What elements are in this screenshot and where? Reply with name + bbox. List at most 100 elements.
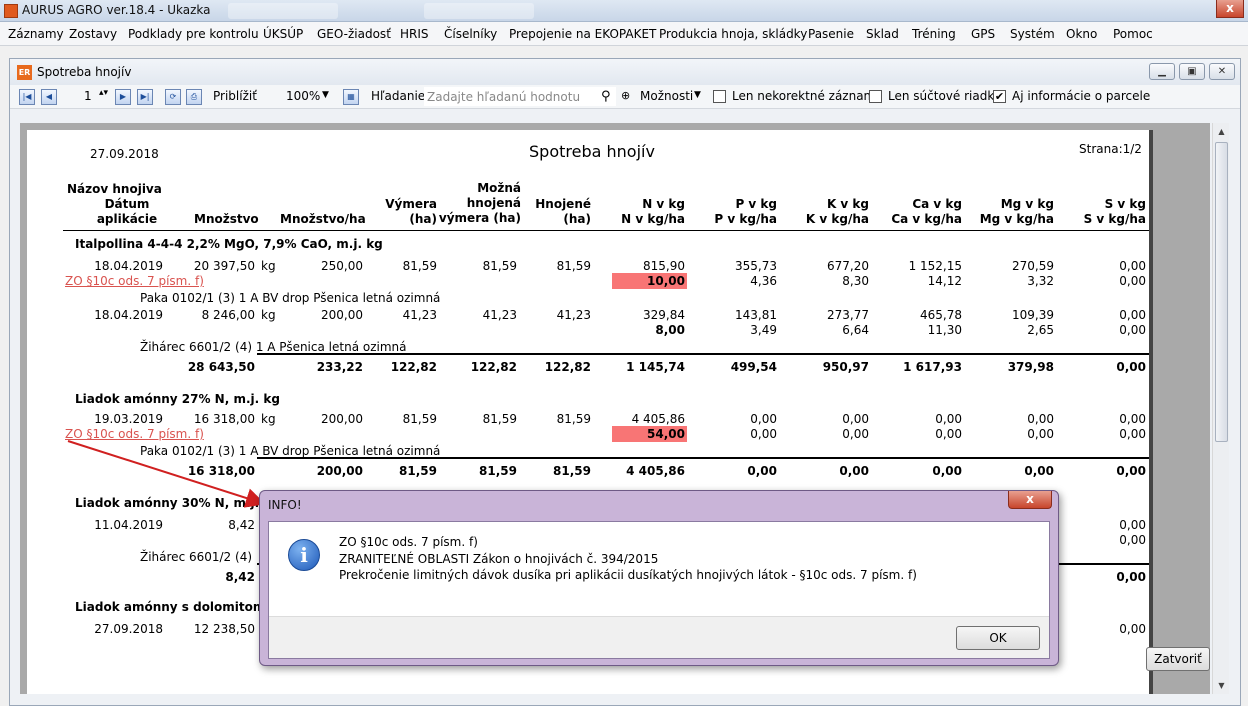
- dialog-close-button[interactable]: x: [1008, 491, 1052, 509]
- sum-fert: 81,59: [553, 464, 591, 478]
- col-s2: S v kg/ha: [1083, 212, 1146, 226]
- col-possible3: výmera (ha): [438, 211, 521, 225]
- fertilizer-name: Italpollina 4-4-4 2,2% MgO, 7,9% CaO, m.…: [75, 237, 383, 251]
- menu-produkcia[interactable]: Produkcia hnoja, skládky: [659, 27, 807, 41]
- close-child-button[interactable]: ✕: [1209, 63, 1235, 80]
- menu-zaznamy[interactable]: Záznamy: [8, 27, 64, 41]
- sum-area: 81,59: [399, 464, 437, 478]
- row-p-ha: 3,49: [750, 323, 777, 337]
- menu-uksup[interactable]: ÚKSÚP: [263, 27, 303, 41]
- col-p2: P v kg/ha: [714, 212, 777, 226]
- maximize-button[interactable]: ▣: [1179, 63, 1205, 80]
- menu-ekopaket[interactable]: Prepojenie na EKOPAKET: [509, 27, 656, 41]
- report-page-number: Strana:1/2: [1079, 142, 1142, 156]
- dialog-message-line1: ZO §10c ods. 7 písm. f): [339, 535, 478, 549]
- scroll-up-icon[interactable]: ▲: [1213, 123, 1230, 140]
- page-number-input[interactable]: 1: [84, 89, 92, 103]
- col-s: S v kg: [1104, 197, 1146, 211]
- menu-okno[interactable]: Okno: [1066, 27, 1097, 41]
- options-chevron-icon[interactable]: ▼: [694, 90, 701, 100]
- refresh-icon[interactable]: ⟳: [165, 89, 181, 105]
- sum-mg: 0,00: [1024, 464, 1054, 478]
- row-k-ha: 8,30: [842, 274, 869, 288]
- sum-rows-label: Len súčtové riadky: [888, 89, 1001, 103]
- menu-geo-ziadost[interactable]: GEO-žiadosť: [317, 27, 391, 41]
- row-k: 677,20: [827, 259, 869, 273]
- ok-button[interactable]: OK: [956, 626, 1040, 650]
- row-date: 19.03.2019: [94, 412, 163, 426]
- search-input[interactable]: Zadajte hľadanú hodnotu: [424, 87, 616, 106]
- row-k: 273,77: [827, 308, 869, 322]
- last-page-icon[interactable]: ▶|: [137, 89, 153, 105]
- sum-p: 499,54: [730, 360, 777, 374]
- fertilizer-name: Liadok amónny 30% N, m.j.kg: [75, 496, 276, 510]
- row-n-ha: 8,00: [655, 323, 685, 337]
- row-k-ha: 0,00: [842, 427, 869, 441]
- sum-possible: 122,82: [470, 360, 517, 374]
- sum-rows-checkbox[interactable]: [869, 90, 882, 103]
- col-ca: Ca v kg: [912, 197, 962, 211]
- col-possible: Možná: [477, 181, 521, 195]
- options-button[interactable]: Možnosti: [640, 89, 693, 103]
- row-s: 0,00: [1119, 308, 1146, 322]
- sum-divider: [257, 353, 1149, 355]
- zoom-select[interactable]: 100%: [286, 89, 320, 103]
- menu-system[interactable]: Systém: [1010, 27, 1055, 41]
- minimize-button[interactable]: ▁: [1149, 63, 1175, 80]
- menu-zostavy[interactable]: Zostavy: [69, 27, 117, 41]
- parcel-info-label: Aj informácie o parcele: [1012, 89, 1151, 103]
- menu-ciselniky[interactable]: Číselníky: [444, 27, 497, 41]
- first-page-icon[interactable]: |◀: [19, 89, 35, 105]
- background-tab: [228, 3, 338, 19]
- row-ca-ha: 0,00: [935, 427, 962, 441]
- row-n: 4 405,86: [631, 412, 685, 426]
- print-icon[interactable]: ⎙: [186, 89, 202, 105]
- row-unit: kg: [261, 308, 276, 322]
- col-area2: (ha): [409, 212, 437, 226]
- menu-hris[interactable]: HRIS: [400, 27, 429, 41]
- violation-link[interactable]: ZO §10c ods. 7 písm. f): [65, 427, 204, 441]
- menu-pomoc[interactable]: Pomoc: [1113, 27, 1153, 41]
- menu-gps[interactable]: GPS: [971, 27, 995, 41]
- row-possible: 81,59: [482, 412, 517, 426]
- menu-trening[interactable]: Tréning: [912, 27, 956, 41]
- sum-n: 1 145,74: [626, 360, 685, 374]
- row-s: 0,00: [1119, 412, 1146, 426]
- window-close-button[interactable]: x: [1216, 0, 1244, 18]
- header-divider: [63, 230, 1149, 231]
- info-dialog: INFO! x i ZO §10c ods. 7 písm. f) ZRANIT…: [259, 490, 1059, 666]
- row-date: 18.04.2019: [94, 308, 163, 322]
- page-spin-icon[interactable]: ▴▾: [99, 88, 108, 98]
- col-mg: Mg v kg: [1000, 197, 1054, 211]
- row-fert: 81,59: [556, 412, 591, 426]
- vertical-scrollbar[interactable]: ▲ ▼: [1212, 123, 1229, 694]
- close-report-button[interactable]: Zatvoriť: [1146, 647, 1210, 671]
- binoculars-icon: ⊕: [621, 89, 631, 102]
- sum-k: 0,00: [839, 464, 869, 478]
- scroll-down-icon[interactable]: ▼: [1213, 677, 1230, 694]
- row-area: 41,23: [402, 308, 437, 322]
- search-icon[interactable]: ⚲: [601, 89, 611, 104]
- chevron-down-icon[interactable]: ▼: [322, 90, 329, 100]
- parcel-info-checkbox[interactable]: ✔: [993, 90, 1006, 103]
- menu-pasenie[interactable]: Pasenie: [808, 27, 854, 41]
- row-p: 0,00: [750, 412, 777, 426]
- incorrect-only-checkbox[interactable]: [713, 90, 726, 103]
- search-label: Hľadanie: [371, 89, 426, 103]
- report-date: 27.09.2018: [90, 147, 159, 161]
- col-n: N v kg: [642, 197, 685, 211]
- row-date: 18.04.2019: [94, 259, 163, 273]
- sum-ca: 1 617,93: [903, 360, 962, 374]
- menu-podklady[interactable]: Podklady pre kontrolu: [128, 27, 259, 41]
- violation-link[interactable]: ZO §10c ods. 7 písm. f): [65, 274, 204, 288]
- export-icon[interactable]: ▦: [343, 89, 359, 105]
- prev-page-icon[interactable]: ◀: [41, 89, 57, 105]
- row-date: 11.04.2019: [94, 518, 163, 532]
- row-date: 27.09.2018: [94, 622, 163, 636]
- parcel-info: Paka 0102/1 (3) 1 A BV drop Pšenica letn…: [140, 444, 441, 458]
- sum-s: 0,00: [1116, 464, 1146, 478]
- next-page-icon[interactable]: ▶: [115, 89, 131, 105]
- menu-sklad[interactable]: Sklad: [866, 27, 899, 41]
- fertilizer-name: Liadok amónny s dolomitom 2: [75, 600, 278, 614]
- scrollbar-thumb[interactable]: [1215, 142, 1228, 442]
